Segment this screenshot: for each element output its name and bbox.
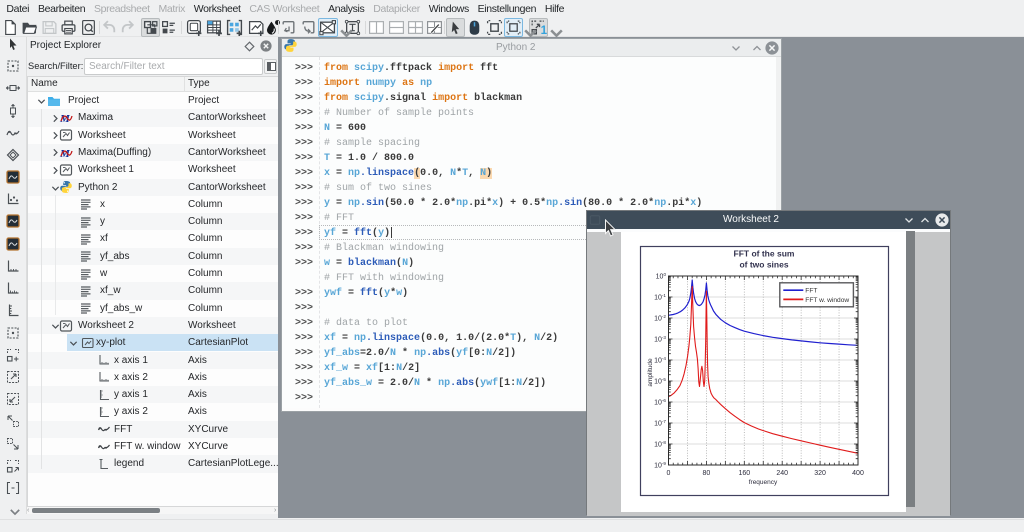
svg-text:400: 400: [852, 470, 864, 477]
svg-text:FFT of the sum: FFT of the sum: [734, 249, 795, 259]
svg-text:1: 1: [541, 24, 547, 36]
svg-text:FFT w. window: FFT w. window: [805, 297, 849, 304]
svg-text:of two sines: of two sines: [739, 260, 788, 270]
svg-text:amplitude: amplitude: [647, 358, 654, 387]
svg-text:160: 160: [738, 470, 750, 477]
svg-text:FFT: FFT: [805, 288, 817, 295]
svg-text:80: 80: [703, 470, 711, 477]
svg-text:frequency: frequency: [749, 479, 778, 486]
svg-text:M: M: [59, 113, 71, 125]
svg-text:0: 0: [667, 470, 671, 477]
svg-text:240: 240: [776, 470, 788, 477]
svg-text:320: 320: [814, 470, 826, 477]
svg-text:M: M: [59, 148, 71, 160]
